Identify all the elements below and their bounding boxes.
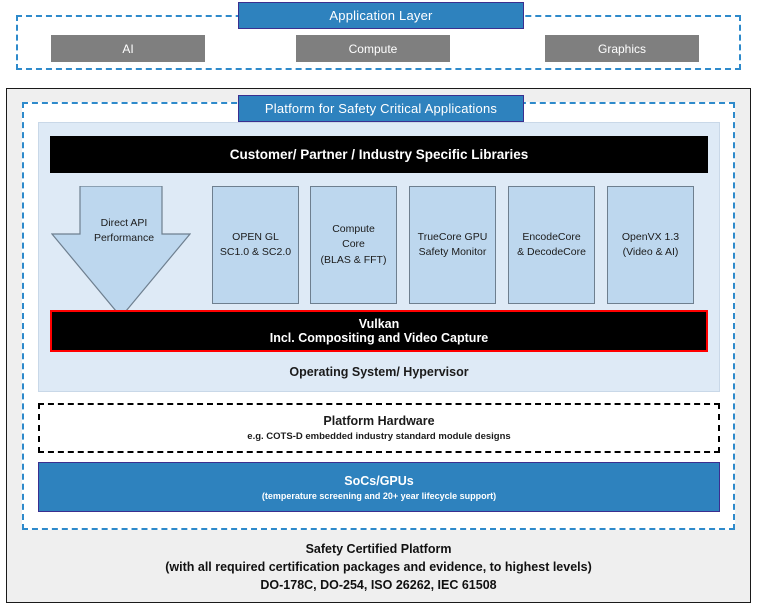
component-line-2: & DecodeCore bbox=[517, 246, 586, 258]
component-line-1: Compute bbox=[332, 223, 375, 236]
component-box-compute-core: Compute Core (BLAS & FFT) bbox=[310, 186, 397, 304]
component-box-truecore-gpu: TrueCore GPU Safety Monitor bbox=[409, 186, 496, 304]
vulkan-subtitle: Incl. Compositing and Video Capture bbox=[269, 331, 489, 345]
platform-hardware-box: Platform Hardware e.g. COTS-D embedded i… bbox=[38, 403, 720, 453]
footer-line-3: DO-178C, DO-254, ISO 26262, IEC 61508 bbox=[260, 578, 497, 593]
direct-api-arrow-icon bbox=[51, 186, 191, 318]
platform-hardware-subtitle: e.g. COTS-D embedded industry standard m… bbox=[247, 431, 511, 442]
platform-title: Platform for Safety Critical Application… bbox=[238, 95, 524, 122]
component-box-encodecore: EncodeCore & DecodeCore bbox=[508, 186, 595, 304]
component-line-1: TrueCore GPU bbox=[417, 230, 488, 243]
domain-box-compute: Compute bbox=[296, 35, 450, 62]
customer-partner-libraries-bar: Customer/ Partner / Industry Specific Li… bbox=[50, 136, 708, 173]
platform-hardware-title: Platform Hardware bbox=[323, 414, 435, 428]
component-box-openvx: OpenVX 1.3 (Video & AI) bbox=[607, 186, 694, 304]
application-layer-title: Application Layer bbox=[238, 2, 524, 29]
component-line-2: SC1.0 & SC2.0 bbox=[219, 246, 292, 258]
socs-gpus-box: SoCs/GPUs (temperature screening and 20+… bbox=[38, 462, 720, 512]
safety-certification-footer: Safety Certified Platform (with all requ… bbox=[8, 536, 749, 598]
component-box-opengl: OPEN GL SC1.0 & SC2.0 bbox=[212, 186, 299, 304]
component-line-2: (Video & AI) bbox=[622, 246, 679, 258]
component-line-2: Core bbox=[342, 238, 365, 251]
socs-gpus-subtitle: (temperature screening and 20+ year life… bbox=[261, 490, 497, 501]
domain-box-graphics: Graphics bbox=[545, 35, 699, 62]
operating-system-hypervisor-label: Operating System/ Hypervisor bbox=[289, 365, 469, 379]
domain-box-ai: AI bbox=[51, 35, 205, 62]
component-line-1: EncodeCore bbox=[522, 230, 581, 243]
footer-line-2: (with all required certification package… bbox=[165, 559, 592, 574]
component-line-3: (BLAS & FFT) bbox=[320, 253, 387, 266]
vulkan-title: Vulkan bbox=[358, 317, 400, 331]
socs-gpus-title: SoCs/GPUs bbox=[344, 473, 414, 488]
component-line-1: OPEN GL bbox=[232, 230, 279, 243]
component-line-2: Safety Monitor bbox=[418, 246, 487, 258]
component-line-1: OpenVX 1.3 bbox=[621, 230, 680, 243]
footer-line-1: Safety Certified Platform bbox=[305, 541, 452, 556]
architecture-diagram: Application Layer AI Compute Graphics Cu… bbox=[0, 0, 757, 609]
vulkan-layer-bar: Vulkan Incl. Compositing and Video Captu… bbox=[50, 310, 708, 352]
